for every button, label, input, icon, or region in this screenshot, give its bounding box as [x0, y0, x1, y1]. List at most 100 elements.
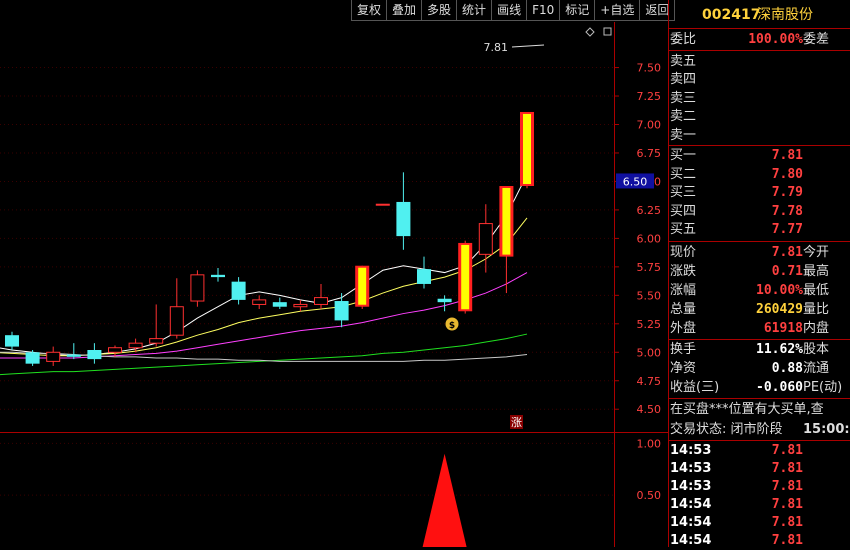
stat-row-4-label: 外盘	[670, 321, 697, 336]
stock-code: 002417	[702, 7, 761, 23]
buy-row-0: 买一 7.81	[669, 147, 850, 165]
candle-body-down	[231, 281, 246, 300]
price-tick-label: 4.75	[637, 375, 662, 388]
buy-row-0-value: 7.81	[771, 148, 803, 163]
tick-row: 14:54 7.81	[669, 514, 850, 532]
price-axis: 4.50 4.75 5.00 5.25 5.50 5.75 6.00 6.25 6.50 6.75…	[615, 62, 662, 502]
weibi-value: 100.00%	[748, 32, 803, 47]
candle-body-down	[437, 298, 452, 303]
price-tick-label: 5.50	[637, 289, 662, 302]
stat2-row-1-value: 0.88	[771, 361, 803, 376]
candle-body-down	[396, 201, 411, 237]
price-tick-label: 6.75	[637, 147, 662, 160]
tick-row: 14:53 7.81	[669, 460, 850, 478]
sell-row-4-label: 卖一	[670, 127, 697, 143]
sell-row-3: 卖二	[669, 108, 850, 126]
weibi-label: 委比	[670, 32, 697, 47]
stat2-row-1: 净资 0.88 流通	[669, 360, 850, 378]
stat-row-2-label: 涨幅	[670, 283, 697, 298]
tick-price: 7.81	[771, 461, 803, 476]
tick-price: 7.81	[771, 443, 803, 458]
notice-text: 在买盘***位置有大买单,查	[670, 402, 824, 417]
buy-row-1-value: 7.80	[771, 166, 803, 182]
buy-row-3: 买四 7.78	[669, 203, 850, 221]
candle-body-up	[149, 338, 164, 344]
weibi-row: 委比 100.00% 委差	[669, 31, 850, 49]
trade-time: 15:00:	[803, 422, 850, 437]
tick-row: 14:53 7.81	[669, 442, 850, 460]
price-tick-label: 5.75	[637, 261, 662, 274]
stat-row-1-label: 涨跌	[670, 264, 697, 279]
indicator-tick-label: 0.50	[637, 489, 662, 502]
price-tick-label: 6.25	[637, 204, 662, 217]
candle-body-core	[358, 267, 367, 305]
ma-line-ma20	[0, 272, 528, 359]
candle-body-up	[314, 297, 328, 305]
candle-body-down	[417, 269, 431, 284]
tick-price: 7.81	[771, 479, 803, 494]
buy-row-4: 买五 7.77	[669, 221, 850, 239]
buy-row-4-label: 买五	[670, 222, 697, 238]
buy-row-1: 买二 7.80	[669, 166, 850, 184]
money-bag-icon: $	[445, 317, 459, 331]
price-tick-label: 5.25	[637, 318, 662, 331]
stat-row-2-tail: 最低	[803, 283, 830, 298]
kline-chart[interactable]: 7.81 涨 $	[0, 0, 615, 547]
diamond-icon[interactable]	[585, 27, 595, 37]
stat2-row-2-label: 收益(三)	[670, 380, 720, 395]
candle-body-up	[190, 274, 205, 302]
trade-status: 交易状态: 闭市阶段	[670, 422, 783, 437]
stat2-row-2-value: -0.060	[756, 380, 803, 395]
indicator-tick-label: 1.00	[637, 437, 662, 450]
stat2-row-1-tail: 流通	[803, 361, 830, 376]
price-tick-label: 7.00	[637, 119, 662, 132]
sell-row-3-label: 卖二	[670, 109, 697, 125]
notice-row[interactable]: 在买盘***位置有大买单,查	[669, 401, 850, 419]
tick-price: 7.81	[771, 497, 803, 512]
stat-row-1-tail: 最高	[803, 264, 830, 279]
tick-time: 14:53	[670, 443, 712, 458]
price-tick-label: 7.50	[637, 62, 662, 75]
sell-row-2: 卖三	[669, 90, 850, 108]
stat-row-0-label: 现价	[670, 245, 697, 260]
tick-price: 7.81	[771, 533, 803, 548]
buy-row-2: 买三 7.79	[669, 184, 850, 202]
candle-body-down	[87, 350, 102, 360]
price-tick-label: 4.50	[637, 403, 662, 416]
stat2-row-0: 换手 11.62% 股本	[669, 341, 850, 359]
square-icon[interactable]	[603, 27, 612, 36]
indicator-divider	[0, 432, 669, 433]
stat-row-3-label: 总量	[670, 302, 697, 317]
candle-body-up	[293, 303, 308, 308]
candle-body-down	[66, 354, 81, 357]
candle-body-up	[169, 306, 184, 336]
stat-row-4-value: 61918	[763, 321, 803, 336]
stat-row-4-tail: 内盘	[803, 321, 830, 336]
sell-row-0: 卖五	[669, 53, 850, 71]
tick-time: 14:53	[670, 461, 712, 476]
stat2-row-1-label: 净资	[670, 361, 697, 376]
stock-name: 深南股份	[757, 7, 813, 23]
price-tick-label: 7.25	[637, 90, 662, 103]
stat-row-0-value: 7.81	[771, 245, 803, 260]
weicha-label: 委差	[803, 32, 830, 47]
stat-row-0: 现价 7.81 今开	[669, 244, 850, 262]
buy-row-4-value: 7.77	[771, 222, 803, 238]
buy-row-0-label: 买一	[670, 148, 697, 163]
tick-row: 14:54 7.81	[669, 496, 850, 514]
stat2-row-2-tail: PE(动)	[803, 380, 843, 395]
candle-body-down	[272, 302, 287, 307]
stock-header[interactable]: 002417 深南股份	[669, 4, 850, 26]
sell-row-0-label: 卖五	[670, 54, 697, 69]
tick-time: 14:54	[670, 497, 712, 512]
candle-body-down	[334, 301, 349, 321]
stat-row-3: 总量 260429 量比	[669, 301, 850, 319]
stat-row-2-value: 10.00%	[756, 283, 803, 298]
price-tick-label: 6.00	[637, 232, 662, 245]
cursor-price-label: 6.50	[623, 175, 648, 188]
trade-status-row: 交易状态: 闭市阶段 15:00:	[669, 421, 850, 439]
sell-row-2-label: 卖三	[670, 90, 697, 106]
tick-time: 14:54	[670, 533, 712, 548]
stat-row-4: 外盘 61918 内盘	[669, 320, 850, 338]
candle-body-down	[25, 352, 40, 364]
